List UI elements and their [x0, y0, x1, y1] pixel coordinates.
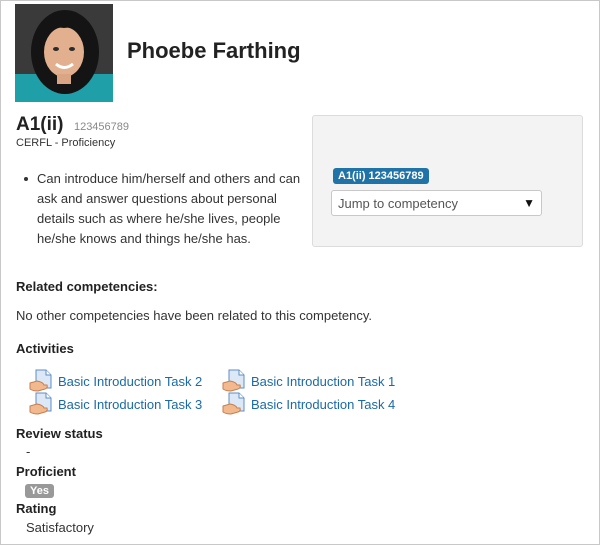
activity-label: Basic Introduction Task 3 — [58, 396, 203, 412]
activity-link-task-1[interactable]: Basic Introduction Task 1 — [221, 369, 395, 393]
jump-to-competency-select[interactable]: Jump to competency ▼ — [331, 190, 542, 216]
proficient-badge: Yes — [25, 484, 54, 498]
activity-link-task-4[interactable]: Basic Introduction Task 4 — [221, 392, 395, 416]
review-status-heading: Review status — [16, 426, 103, 441]
competency-badge: A1(ii) 123456789 — [333, 168, 429, 184]
related-empty-text: No other competencies have been related … — [16, 308, 373, 323]
assignment-icon — [222, 392, 245, 415]
description-item: Can introduce him/herself and others and… — [16, 169, 306, 249]
user-photo — [15, 4, 113, 102]
select-placeholder: Jump to competency — [338, 196, 458, 211]
rating-heading: Rating — [16, 501, 57, 516]
user-name: Phoebe Farthing — [127, 38, 301, 63]
competency-heading: A1(ii) 123456789 — [16, 114, 129, 136]
user-avatar[interactable] — [15, 4, 113, 102]
competency-idnumber: 123456789 — [73, 121, 130, 133]
assignment-icon — [29, 392, 52, 415]
activity-link-task-2[interactable]: Basic Introduction Task 2 — [28, 369, 202, 393]
navigation-panel: A1(ii) 123456789 Jump to competency ▼ — [312, 115, 583, 247]
competency-description: Can introduce him/herself and others and… — [16, 169, 306, 249]
assignment-icon — [29, 369, 52, 392]
activities-heading: Activities — [16, 341, 74, 356]
activity-label: Basic Introduction Task 2 — [58, 373, 203, 389]
competency-shortname: A1(ii) — [16, 114, 64, 135]
activity-label: Basic Introduction Task 4 — [251, 396, 396, 412]
framework-name: CERFL - Proficiency — [16, 137, 116, 149]
rating-value: Satisfactory — [26, 520, 94, 535]
assignment-icon — [222, 369, 245, 392]
dropdown-arrow-icon: ▼ — [523, 196, 535, 210]
activity-label: Basic Introduction Task 1 — [251, 373, 396, 389]
competency-summary-panel: Phoebe Farthing A1(ii) 123456789 CERFL -… — [0, 0, 600, 545]
review-status-value: - — [26, 444, 31, 459]
related-competencies-heading: Related competencies: — [16, 279, 158, 294]
activity-link-task-3[interactable]: Basic Introduction Task 3 — [28, 392, 202, 416]
proficient-heading: Proficient — [16, 464, 76, 479]
